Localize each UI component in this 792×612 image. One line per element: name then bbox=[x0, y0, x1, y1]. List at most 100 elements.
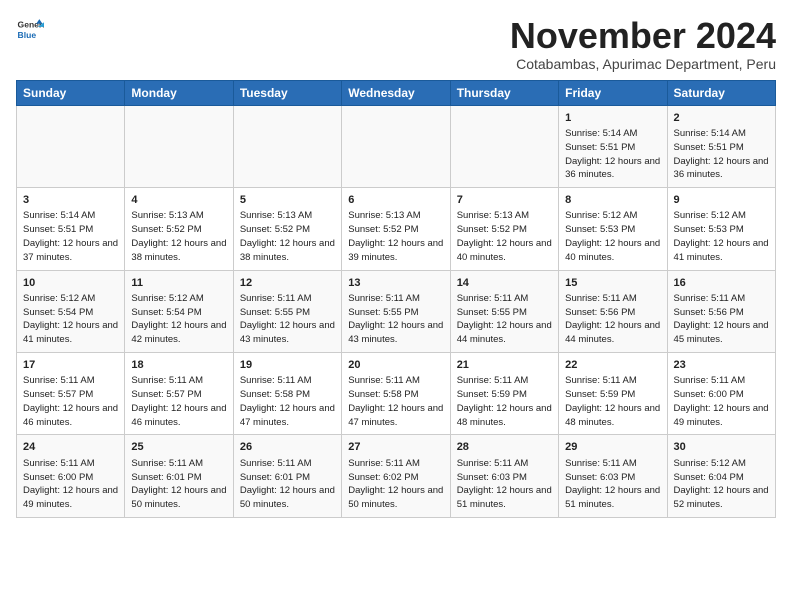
day-number: 2 bbox=[674, 111, 769, 126]
header-day-wednesday: Wednesday bbox=[342, 80, 450, 105]
day-info: Sunrise: 5:11 AM Sunset: 5:58 PM Dayligh… bbox=[240, 374, 335, 429]
day-number: 14 bbox=[457, 276, 552, 291]
day-number: 27 bbox=[348, 440, 443, 455]
header-day-thursday: Thursday bbox=[450, 80, 558, 105]
calendar-cell: 25 Sunrise: 5:11 AM Sunset: 6:01 PM Dayli… bbox=[125, 435, 233, 517]
calendar-cell: 6Sunrise: 5:13 AM Sunset: 5:52 PM Daylig… bbox=[342, 188, 450, 270]
day-number: 8 bbox=[565, 193, 660, 208]
day-number: 18 bbox=[131, 358, 226, 373]
day-number: 5 bbox=[240, 193, 335, 208]
title-block: November 2024 Cotabambas, Apurimac Depar… bbox=[510, 16, 776, 72]
calendar-week-1: 1Sunrise: 5:14 AM Sunset: 5:51 PM Daylig… bbox=[17, 105, 776, 187]
day-info: Sunrise: 5:13 AM Sunset: 5:52 PM Dayligh… bbox=[348, 209, 443, 264]
day-number: 26 bbox=[240, 440, 335, 455]
calendar-cell: 18Sunrise: 5:11 AM Sunset: 5:57 PM Dayli… bbox=[125, 352, 233, 434]
day-info: Sunrise: 5:11 AM Sunset: 5:55 PM Dayligh… bbox=[457, 292, 552, 347]
calendar-week-3: 10Sunrise: 5:12 AM Sunset: 5:54 PM Dayli… bbox=[17, 270, 776, 352]
day-info: Sunrise: 5:14 AM Sunset: 5:51 PM Dayligh… bbox=[565, 127, 660, 182]
calendar-table: SundayMondayTuesdayWednesdayThursdayFrid… bbox=[16, 80, 776, 518]
calendar-cell: 21Sunrise: 5:11 AM Sunset: 5:59 PM Dayli… bbox=[450, 352, 558, 434]
day-number: 10 bbox=[23, 276, 118, 291]
day-number: 3 bbox=[23, 193, 118, 208]
header-day-friday: Friday bbox=[559, 80, 667, 105]
day-number: 21 bbox=[457, 358, 552, 373]
day-info: Sunrise: 5:13 AM Sunset: 5:52 PM Dayligh… bbox=[240, 209, 335, 264]
calendar-cell: 17Sunrise: 5:11 AM Sunset: 5:57 PM Dayli… bbox=[17, 352, 125, 434]
calendar-cell: 29 Sunrise: 5:11 AM Sunset: 6:03 PM Dayli… bbox=[559, 435, 667, 517]
day-number: 29 bbox=[565, 440, 660, 455]
calendar-cell: 28Sunrise: 5:11 AM Sunset: 6:03 PM Dayli… bbox=[450, 435, 558, 517]
calendar-cell: 5Sunrise: 5:13 AM Sunset: 5:52 PM Daylig… bbox=[233, 188, 341, 270]
calendar-cell bbox=[450, 105, 558, 187]
day-info: Sunrise: 5:12 AM Sunset: 5:53 PM Dayligh… bbox=[674, 209, 769, 264]
day-number: 6 bbox=[348, 193, 443, 208]
page-subtitle: Cotabambas, Apurimac Department, Peru bbox=[510, 56, 776, 72]
calendar-cell: 27 Sunrise: 5:11 AM Sunset: 6:02 PM Dayli… bbox=[342, 435, 450, 517]
calendar-cell: 15Sunrise: 5:11 AM Sunset: 5:56 PM Dayli… bbox=[559, 270, 667, 352]
day-info: Sunrise: 5:14 AM Sunset: 5:51 PM Dayligh… bbox=[674, 127, 769, 182]
day-info: Sunrise: 5:11 AM Sunset: 5:56 PM Dayligh… bbox=[674, 292, 769, 347]
calendar-cell: 22Sunrise: 5:11 AM Sunset: 5:59 PM Dayli… bbox=[559, 352, 667, 434]
calendar-week-2: 3Sunrise: 5:14 AM Sunset: 5:51 PM Daylig… bbox=[17, 188, 776, 270]
day-number: 25 bbox=[131, 440, 226, 455]
calendar-cell: 19Sunrise: 5:11 AM Sunset: 5:58 PM Dayli… bbox=[233, 352, 341, 434]
day-info: Sunrise: 5:11 AM Sunset: 5:58 PM Dayligh… bbox=[348, 374, 443, 429]
header-day-monday: Monday bbox=[125, 80, 233, 105]
day-info: Sunrise: 5:11 AM Sunset: 6:00 PM Dayligh… bbox=[674, 374, 769, 429]
logo: General Blue bbox=[16, 16, 44, 44]
calendar-cell: 14Sunrise: 5:11 AM Sunset: 5:55 PM Dayli… bbox=[450, 270, 558, 352]
day-number: 22 bbox=[565, 358, 660, 373]
calendar-cell: 11Sunrise: 5:12 AM Sunset: 5:54 PM Dayli… bbox=[125, 270, 233, 352]
day-info: Sunrise: 5:11 AM Sunset: 5:57 PM Dayligh… bbox=[131, 374, 226, 429]
calendar-cell: 30 Sunrise: 5:12 AM Sunset: 6:04 PM Dayli… bbox=[667, 435, 775, 517]
day-number: 16 bbox=[674, 276, 769, 291]
calendar-cell bbox=[233, 105, 341, 187]
day-info: Sunrise: 5:11 AM Sunset: 6:01 PM Dayligh… bbox=[131, 457, 226, 512]
day-number: 30 bbox=[674, 440, 769, 455]
page-title: November 2024 bbox=[510, 16, 776, 56]
day-info: Sunrise: 5:11 AM Sunset: 5:55 PM Dayligh… bbox=[240, 292, 335, 347]
day-number: 12 bbox=[240, 276, 335, 291]
calendar-cell bbox=[17, 105, 125, 187]
calendar-cell: 13Sunrise: 5:11 AM Sunset: 5:55 PM Dayli… bbox=[342, 270, 450, 352]
calendar-cell: 20Sunrise: 5:11 AM Sunset: 5:58 PM Dayli… bbox=[342, 352, 450, 434]
day-info: Sunrise: 5:11 AM Sunset: 6:03 PM Dayligh… bbox=[565, 457, 660, 512]
day-number: 4 bbox=[131, 193, 226, 208]
day-info: Sunrise: 5:11 AM Sunset: 6:02 PM Dayligh… bbox=[348, 457, 443, 512]
day-info: Sunrise: 5:12 AM Sunset: 5:54 PM Dayligh… bbox=[23, 292, 118, 347]
calendar-week-5: 24Sunrise: 5:11 AM Sunset: 6:00 PM Dayli… bbox=[17, 435, 776, 517]
calendar-cell: 24Sunrise: 5:11 AM Sunset: 6:00 PM Dayli… bbox=[17, 435, 125, 517]
day-number: 13 bbox=[348, 276, 443, 291]
svg-text:Blue: Blue bbox=[18, 30, 37, 40]
day-number: 1 bbox=[565, 111, 660, 126]
calendar-cell: 9Sunrise: 5:12 AM Sunset: 5:53 PM Daylig… bbox=[667, 188, 775, 270]
day-info: Sunrise: 5:12 AM Sunset: 5:54 PM Dayligh… bbox=[131, 292, 226, 347]
day-info: Sunrise: 5:14 AM Sunset: 5:51 PM Dayligh… bbox=[23, 209, 118, 264]
calendar-cell: 3Sunrise: 5:14 AM Sunset: 5:51 PM Daylig… bbox=[17, 188, 125, 270]
day-number: 20 bbox=[348, 358, 443, 373]
day-info: Sunrise: 5:12 AM Sunset: 6:04 PM Dayligh… bbox=[674, 457, 769, 512]
day-info: Sunrise: 5:11 AM Sunset: 6:01 PM Dayligh… bbox=[240, 457, 335, 512]
header-day-tuesday: Tuesday bbox=[233, 80, 341, 105]
day-info: Sunrise: 5:11 AM Sunset: 5:57 PM Dayligh… bbox=[23, 374, 118, 429]
calendar-cell: 1Sunrise: 5:14 AM Sunset: 5:51 PM Daylig… bbox=[559, 105, 667, 187]
day-number: 7 bbox=[457, 193, 552, 208]
logo-icon: General Blue bbox=[16, 16, 44, 44]
day-number: 17 bbox=[23, 358, 118, 373]
calendar-cell bbox=[125, 105, 233, 187]
calendar-cell: 10Sunrise: 5:12 AM Sunset: 5:54 PM Dayli… bbox=[17, 270, 125, 352]
calendar-cell: 16Sunrise: 5:11 AM Sunset: 5:56 PM Dayli… bbox=[667, 270, 775, 352]
page-header: General Blue November 2024 Cotabambas, A… bbox=[16, 16, 776, 72]
day-info: Sunrise: 5:11 AM Sunset: 5:55 PM Dayligh… bbox=[348, 292, 443, 347]
calendar-cell: 23Sunrise: 5:11 AM Sunset: 6:00 PM Dayli… bbox=[667, 352, 775, 434]
calendar-header-row: SundayMondayTuesdayWednesdayThursdayFrid… bbox=[17, 80, 776, 105]
day-info: Sunrise: 5:11 AM Sunset: 5:59 PM Dayligh… bbox=[565, 374, 660, 429]
calendar-cell bbox=[342, 105, 450, 187]
day-info: Sunrise: 5:11 AM Sunset: 5:56 PM Dayligh… bbox=[565, 292, 660, 347]
calendar-cell: 26 Sunrise: 5:11 AM Sunset: 6:01 PM Dayli… bbox=[233, 435, 341, 517]
day-number: 19 bbox=[240, 358, 335, 373]
calendar-cell: 12Sunrise: 5:11 AM Sunset: 5:55 PM Dayli… bbox=[233, 270, 341, 352]
calendar-cell: 4Sunrise: 5:13 AM Sunset: 5:52 PM Daylig… bbox=[125, 188, 233, 270]
day-number: 28 bbox=[457, 440, 552, 455]
calendar-cell: 8Sunrise: 5:12 AM Sunset: 5:53 PM Daylig… bbox=[559, 188, 667, 270]
